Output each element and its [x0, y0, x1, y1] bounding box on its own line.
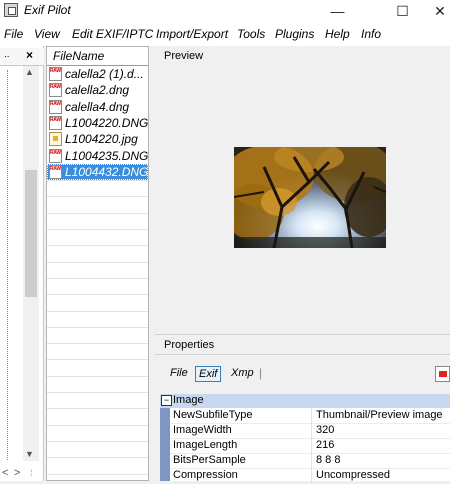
raw-file-icon: [49, 148, 62, 163]
tree-connector-line: [7, 70, 8, 460]
empty-row-line: [47, 424, 148, 426]
tab-xmp[interactable]: Xmp: [228, 366, 257, 380]
empty-row-line: [47, 343, 148, 345]
collapse-icon[interactable]: −: [161, 395, 172, 406]
empty-row-line: [47, 180, 148, 182]
empty-row-line: [47, 229, 148, 230]
group-label: Image: [173, 394, 204, 406]
property-value[interactable]: Uncompressed: [316, 469, 390, 481]
property-key: Compression: [173, 469, 238, 481]
empty-row-line: [47, 326, 148, 328]
tab-exif[interactable]: Exif: [195, 366, 222, 382]
resize-grip-icon[interactable]: ⁞: [30, 468, 33, 478]
empty-row-line: [47, 196, 148, 198]
raw-file-icon: [49, 67, 62, 81]
scroll-right-arrow-icon[interactable]: >: [14, 467, 20, 479]
property-value[interactable]: 320: [316, 424, 334, 436]
empty-row-line: [47, 212, 148, 214]
close-window-button[interactable]: ✕: [425, 0, 450, 22]
raw-file-icon: [49, 83, 62, 98]
window-title: Exif Pilot: [24, 3, 71, 17]
jpg-file-icon: [49, 132, 62, 147]
empty-row-line: [47, 457, 148, 459]
menu-tools[interactable]: Tools: [237, 27, 265, 41]
empty-row-line: [47, 375, 148, 377]
property-key: ImageWidth: [173, 424, 232, 436]
file-name: calella2.dng: [65, 83, 130, 98]
property-key: ImageLength: [173, 439, 238, 451]
raw-file-icon: [49, 99, 62, 114]
maximize-button[interactable]: ☐: [380, 0, 425, 22]
menu-import-export[interactable]: Import/Export: [156, 27, 228, 41]
column-divider: [311, 453, 312, 468]
empty-row-line: [47, 294, 148, 296]
file-row[interactable]: calella2.dng: [47, 82, 148, 98]
property-row[interactable]: NewSubfileType Thumbnail/Preview image: [170, 408, 450, 424]
file-row[interactable]: L1004432.DNG: [47, 163, 149, 180]
app-icon: [4, 3, 18, 17]
menu-info[interactable]: Info: [361, 27, 381, 41]
property-key: BitsPerSample: [173, 454, 246, 466]
property-key: NewSubfileType: [173, 409, 253, 421]
close-panel-icon[interactable]: ×: [26, 48, 33, 62]
property-row[interactable]: ImageLength 216: [170, 438, 450, 454]
menu-help[interactable]: Help: [325, 27, 350, 41]
property-row[interactable]: Compression Uncompressed: [170, 468, 450, 484]
tab-file[interactable]: File: [167, 366, 191, 380]
menu-edit-exif-iptc[interactable]: Edit EXIF/IPTC: [72, 27, 153, 41]
file-row[interactable]: L1004235.DNG: [47, 148, 148, 164]
empty-row-line: [47, 440, 148, 442]
file-name: calella2 (1).d...: [65, 67, 144, 81]
empty-row-line: [47, 408, 148, 410]
empty-row-line: [47, 392, 148, 393]
empty-row-line: [47, 261, 148, 263]
raw-file-icon: [49, 164, 62, 179]
empty-row-line: [47, 473, 148, 475]
empty-row-line: [47, 359, 148, 361]
menu-plugins[interactable]: Plugins: [275, 27, 314, 41]
raw-file-icon: [49, 115, 62, 130]
file-name: L1004220.DNG: [65, 115, 149, 130]
file-row[interactable]: calella4.dng: [47, 99, 148, 115]
preview-label: Preview: [164, 50, 204, 62]
file-row[interactable]: L1004220.DNG: [47, 115, 148, 131]
menu-view[interactable]: View: [34, 27, 60, 41]
scrollbar-thumb[interactable]: [25, 170, 37, 297]
property-value[interactable]: 8 8 8: [316, 454, 340, 466]
scroll-up-arrow-icon[interactable]: ▲: [25, 67, 34, 77]
file-name: L1004235.DNG: [65, 148, 149, 163]
empty-row-line: [47, 277, 148, 279]
properties-label: Properties: [164, 339, 215, 351]
scroll-left-arrow-icon[interactable]: <: [2, 467, 8, 479]
property-row[interactable]: BitsPerSample 8 8 8: [170, 453, 450, 469]
file-row[interactable]: calella2 (1).d...: [47, 66, 148, 82]
empty-row-line: [47, 245, 148, 247]
empty-row-line: [47, 310, 148, 312]
file-name: L1004432.DNG: [65, 164, 149, 179]
menu-bar: File View Edit EXIF/IPTC Import/Export T…: [0, 22, 450, 46]
minimize-button[interactable]: —: [315, 0, 360, 22]
menu-file[interactable]: File: [4, 27, 23, 41]
folder-tree-title: ..: [4, 49, 10, 60]
file-row[interactable]: L1004220.jpg: [47, 131, 148, 147]
preview-image: [234, 147, 386, 248]
export-icon[interactable]: [435, 366, 450, 382]
tab-separator: |: [259, 366, 263, 380]
scroll-down-arrow-icon[interactable]: ▼: [25, 449, 34, 459]
property-value[interactable]: 216: [316, 439, 334, 451]
file-name: calella4.dng: [65, 99, 130, 114]
column-divider: [311, 423, 312, 438]
column-divider: [311, 408, 312, 423]
property-row[interactable]: ImageWidth 320: [170, 423, 450, 439]
property-value[interactable]: Thumbnail/Preview image: [316, 409, 443, 421]
column-header-filename[interactable]: FileName: [53, 49, 104, 63]
file-name: L1004220.jpg: [65, 132, 138, 147]
column-divider: [311, 438, 312, 453]
